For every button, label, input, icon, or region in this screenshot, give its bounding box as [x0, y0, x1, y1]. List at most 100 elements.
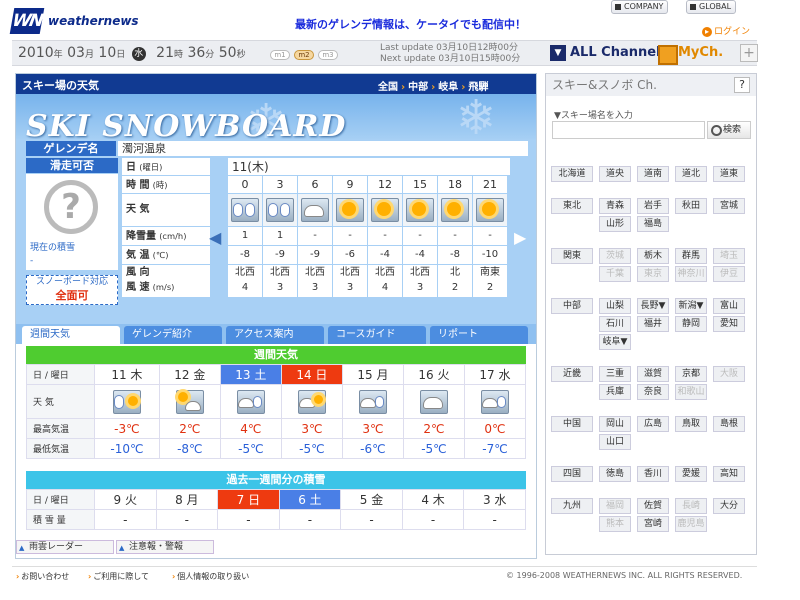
hourly-hours-cell: 12	[368, 176, 402, 193]
prefecture-link[interactable]: 福島	[637, 216, 669, 232]
prefecture-link[interactable]: 道東	[713, 166, 745, 182]
weekly-date: 14 日	[280, 364, 343, 385]
global-link[interactable]: GLOBAL	[686, 0, 737, 14]
help-button[interactable]: ?	[734, 77, 750, 93]
prefecture-link[interactable]: 長野▼	[637, 298, 669, 314]
login-link[interactable]: ログイン	[702, 24, 750, 37]
prefecture-link[interactable]: 宮城	[713, 198, 745, 214]
contact-link[interactable]: お問い合わせ	[16, 571, 69, 582]
weekly-min: -7℃	[463, 438, 527, 459]
tab-report[interactable]: リポート	[430, 326, 528, 344]
privacy-link[interactable]: 個人情報の取り扱い	[172, 571, 249, 582]
company-link[interactable]: COMPANY	[611, 0, 669, 14]
prefecture-link[interactable]: 石川	[599, 316, 631, 332]
warning-link[interactable]: 注意報・警報	[116, 540, 214, 554]
prefecture-link[interactable]: 三重	[599, 366, 631, 382]
region-name[interactable]: 四国	[551, 466, 593, 482]
prefecture-link[interactable]: 愛媛	[675, 466, 707, 482]
all-channel-button[interactable]: ALL Channel	[548, 42, 661, 64]
breadcrumb-chubu[interactable]: 中部	[408, 82, 428, 93]
font-size-large-button[interactable]: m3	[318, 50, 338, 60]
search-button[interactable]: 検索	[707, 121, 751, 139]
region-name[interactable]: 九州	[551, 498, 593, 514]
prefecture-link[interactable]: 滋賀	[637, 366, 669, 382]
prefecture-link[interactable]: 新潟▼	[675, 298, 707, 314]
prefecture-link[interactable]: 高知	[713, 466, 745, 482]
prefecture-link[interactable]: 愛知	[713, 316, 745, 332]
tab-access[interactable]: アクセス案内	[226, 326, 324, 344]
add-channel-button[interactable]: +	[740, 44, 758, 62]
prefecture-link[interactable]: 広島	[637, 416, 669, 432]
region-name[interactable]: 中部	[551, 298, 593, 314]
prefecture-link[interactable]: 栃木	[637, 248, 669, 264]
font-size-small-button[interactable]: m1	[270, 50, 290, 60]
prefecture-link[interactable]: 島根	[713, 416, 745, 432]
tab-course[interactable]: コースガイド	[328, 326, 426, 344]
hourly-temp-cell: -9	[298, 246, 332, 264]
prefecture-link[interactable]: 宮崎	[637, 516, 669, 532]
breadcrumb-zenkoku[interactable]: 全国	[378, 82, 398, 93]
prefecture-link[interactable]: 山口	[599, 434, 631, 450]
prefecture-link[interactable]: 富山	[713, 298, 745, 314]
prefecture-link[interactable]: 大分	[713, 498, 745, 514]
hourly-temp-cell: -9	[263, 246, 297, 264]
unknown-status-icon: ?	[44, 180, 98, 234]
prefecture-link[interactable]: 岩手	[637, 198, 669, 214]
prefecture-link[interactable]: 道北	[675, 166, 707, 182]
past-date: 3 水	[463, 489, 526, 510]
prefecture-link[interactable]: 秋田	[675, 198, 707, 214]
prefecture-link: 長崎	[675, 498, 707, 514]
region-name[interactable]: 近畿	[551, 366, 593, 382]
weekly-max: 3℃	[341, 418, 404, 439]
tab-weekly[interactable]: 週間天気	[22, 326, 120, 344]
snow-sun-icon	[112, 389, 142, 415]
prefecture-link[interactable]: 徳島	[599, 466, 631, 482]
font-size-medium-button[interactable]: m2	[294, 50, 314, 60]
weekly-min: -8℃	[158, 438, 221, 459]
past-snow-value: -	[217, 509, 280, 530]
prefecture-link[interactable]: 香川	[637, 466, 669, 482]
prefecture-link[interactable]: 道央	[599, 166, 631, 182]
copyright: © 1996-2008 WEATHERNEWS INC. ALL RIGHTS …	[506, 571, 743, 580]
prefecture-link: 和歌山	[675, 384, 707, 400]
tab-gelande[interactable]: ゲレンデ紹介	[124, 326, 222, 344]
weekday-badge: 水	[131, 47, 146, 61]
prefecture-link[interactable]: 岐阜▼	[599, 334, 631, 350]
terms-link[interactable]: ご利用に際して	[88, 571, 149, 582]
prefecture-link[interactable]: 兵庫	[599, 384, 631, 400]
prefecture-link[interactable]: 福井	[637, 316, 669, 332]
current-datetime: 2010年 03月 10日 水 21時 36分 50秒	[18, 45, 246, 61]
past-date-label: 日 / 曜日	[26, 489, 95, 510]
prefecture-link[interactable]: 群馬	[675, 248, 707, 264]
weekly-weather-label: 天 気	[26, 384, 95, 419]
region-name[interactable]: 北海道	[551, 166, 593, 182]
hourly-snowfall-cell: -	[298, 227, 332, 245]
prefecture-link: 大阪	[713, 366, 745, 382]
prefecture-link[interactable]: 奈良	[637, 384, 669, 400]
prefecture-link[interactable]: 静岡	[675, 316, 707, 332]
region-name[interactable]: 中国	[551, 416, 593, 432]
rain-radar-link[interactable]: 雨雲レーダー	[16, 540, 114, 554]
prefecture-link[interactable]: 青森	[599, 198, 631, 214]
prefecture-link[interactable]: 山形	[599, 216, 631, 232]
region-name[interactable]: 東北	[551, 198, 593, 214]
prefecture-link[interactable]: 岡山	[599, 416, 631, 432]
wind-direction: 北西	[340, 267, 360, 278]
snow-icon	[230, 197, 260, 223]
ski-search-input[interactable]	[552, 121, 705, 139]
row-label-temp: 気 温 (℃)	[122, 246, 210, 264]
snow-icon	[265, 197, 295, 223]
my-channel-button[interactable]: MyCh.	[656, 42, 738, 65]
prefecture-link[interactable]: 鳥取	[675, 416, 707, 432]
next-arrow-icon[interactable]: ▶	[514, 228, 526, 247]
prefecture-link[interactable]: 佐賀	[637, 498, 669, 514]
prefecture-link[interactable]: 山梨	[599, 298, 631, 314]
prefecture-link: 東京	[637, 266, 669, 282]
region-name[interactable]: 関東	[551, 248, 593, 264]
prev-arrow-icon[interactable]: ◀	[209, 228, 221, 247]
update-info: Last update 03月10日12時00分 Next update 03月…	[380, 43, 520, 65]
logo[interactable]: WN weathernews	[9, 8, 162, 36]
prefecture-link[interactable]: 道南	[637, 166, 669, 182]
prefecture-link[interactable]: 京都	[675, 366, 707, 382]
promo-link[interactable]: 最新のゲレンデ情報は、ケータイでも配信中！	[295, 16, 526, 32]
